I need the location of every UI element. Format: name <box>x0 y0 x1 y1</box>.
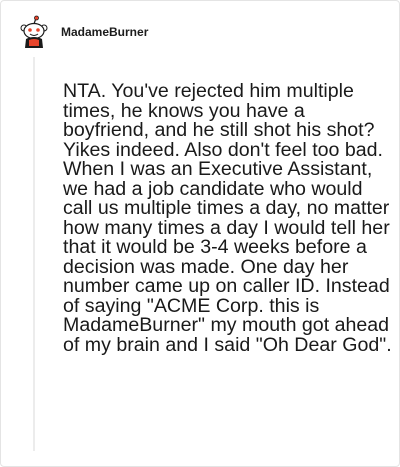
snoo-avatar-icon <box>20 15 48 48</box>
thread-collapse-line[interactable] <box>33 57 35 451</box>
comment-username[interactable]: MadameBurner <box>61 25 148 39</box>
comment-body-text: NTA. You've rejected him multiple times,… <box>63 80 392 356</box>
comment-header: MadameBurner <box>19 15 148 49</box>
user-avatar[interactable] <box>19 15 49 49</box>
comment-card: MadameBurner NTA. You've rejected him mu… <box>0 0 400 467</box>
